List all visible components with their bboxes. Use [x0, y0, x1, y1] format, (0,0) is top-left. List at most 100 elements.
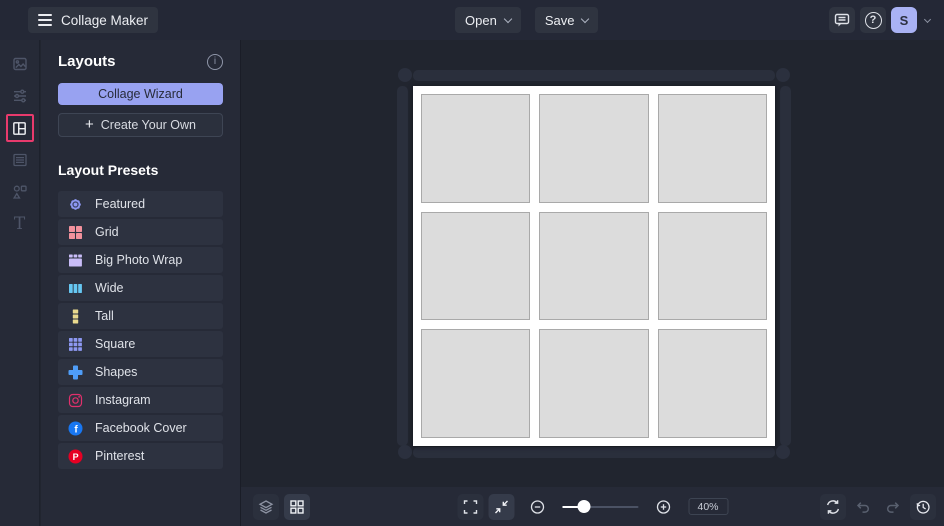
save-label: Save: [545, 13, 575, 28]
preset-label: Square: [95, 337, 135, 351]
preset-label: Instagram: [95, 393, 151, 407]
collage-cell[interactable]: [421, 212, 530, 321]
preset-label: Tall: [95, 309, 114, 323]
collage-cell[interactable]: [421, 329, 530, 438]
canvas-left-handle[interactable]: [397, 86, 408, 446]
grid-view-icon: [288, 498, 306, 516]
avatar[interactable]: S: [891, 7, 917, 33]
canvas-right-handle[interactable]: [780, 86, 791, 446]
canvas-corner-handle-tl[interactable]: [398, 68, 412, 82]
chevron-down-icon: [581, 14, 589, 22]
file-menu: Open Save: [455, 7, 598, 33]
feedback-button[interactable]: [829, 7, 855, 33]
image-manager-icon: [11, 55, 29, 73]
facebook-icon: f: [68, 421, 83, 436]
collage-cell[interactable]: [539, 212, 648, 321]
canvas-corner-handle-tr[interactable]: [776, 68, 790, 82]
canvas-top-handle[interactable]: [413, 70, 775, 81]
preset-list: Featured Grid: [58, 191, 223, 469]
canvas-bottom-handle[interactable]: [413, 447, 775, 458]
app-title: Collage Maker: [61, 13, 148, 28]
undo-icon: [854, 498, 872, 516]
redo-icon: [884, 498, 902, 516]
collage-cell[interactable]: [658, 94, 767, 203]
layers-button[interactable]: [253, 494, 279, 520]
preset-label: Grid: [95, 225, 119, 239]
zoom-slider-thumb[interactable]: [577, 500, 590, 513]
featured-icon: [68, 197, 83, 212]
comment-icon: [833, 11, 851, 29]
zoom-in-button[interactable]: [650, 494, 676, 520]
preset-big-photo-wrap[interactable]: Big Photo Wrap: [58, 247, 223, 273]
preset-grid[interactable]: Grid: [58, 219, 223, 245]
fullscreen-button[interactable]: [457, 494, 483, 520]
grid-view-button[interactable]: [284, 494, 310, 520]
preset-tall[interactable]: Tall: [58, 303, 223, 329]
fit-screen-button[interactable]: [488, 494, 514, 520]
history-button[interactable]: [910, 494, 936, 520]
preset-label: Shapes: [95, 365, 137, 379]
toolbar-center: 40%: [457, 494, 728, 520]
preset-shapes[interactable]: Shapes: [58, 359, 223, 385]
zoom-percent-field[interactable]: 40%: [688, 498, 728, 515]
redo-button[interactable]: [880, 494, 906, 520]
layouts-panel: Layouts i Collage Wizard + Create Your O…: [41, 40, 241, 526]
preset-label: Facebook Cover: [95, 421, 187, 435]
sidebar-item-graphics[interactable]: [4, 176, 36, 208]
create-your-own-button[interactable]: + Create Your Own: [58, 113, 223, 137]
layouts-icon: [11, 120, 28, 137]
svg-text:P: P: [73, 452, 79, 462]
patterns-icon: [11, 151, 29, 169]
collage-wizard-button[interactable]: Collage Wizard: [58, 83, 223, 105]
canvas-corner-handle-br[interactable]: [776, 445, 790, 459]
refresh-button[interactable]: [820, 494, 846, 520]
preset-label: Featured: [95, 197, 145, 211]
sidebar-item-image-manager[interactable]: [4, 48, 36, 80]
page-title: Layouts: [58, 53, 116, 70]
undo-button[interactable]: [850, 494, 876, 520]
preset-instagram[interactable]: Instagram: [58, 387, 223, 413]
help-icon: ?: [865, 12, 882, 29]
create-your-own-label: Create Your Own: [101, 118, 196, 132]
sidebar-item-patterns[interactable]: [4, 144, 36, 176]
tool-rail: T: [0, 40, 40, 526]
plus-icon: +: [85, 117, 94, 132]
help-button[interactable]: ?: [860, 7, 886, 33]
save-button[interactable]: Save: [535, 7, 599, 33]
layers-icon: [257, 498, 275, 516]
info-icon[interactable]: i: [207, 54, 223, 70]
preset-wide[interactable]: Wide: [58, 275, 223, 301]
toolbar-left: [253, 494, 310, 520]
preset-pinterest[interactable]: P Pinterest: [58, 443, 223, 469]
history-icon: [914, 498, 932, 516]
open-button[interactable]: Open: [455, 7, 521, 33]
collage-cell[interactable]: [658, 212, 767, 321]
sidebar-item-edit[interactable]: [4, 80, 36, 112]
menu-icon: [38, 14, 52, 26]
collage-cell[interactable]: [421, 94, 530, 203]
open-label: Open: [465, 13, 497, 28]
preset-square[interactable]: Square: [58, 331, 223, 357]
preset-label: Big Photo Wrap: [95, 253, 182, 267]
collage-cell[interactable]: [539, 94, 648, 203]
sidebar-item-layouts[interactable]: [6, 114, 34, 142]
top-bar: Collage Maker Open Save ?: [0, 0, 944, 40]
zoom-in-icon: [654, 498, 672, 516]
app-menu-button[interactable]: Collage Maker: [28, 7, 158, 33]
shapes-icon: [68, 365, 83, 380]
canvas-corner-handle-bl[interactable]: [398, 445, 412, 459]
edit-icon: [11, 87, 29, 105]
preset-facebook-cover[interactable]: f Facebook Cover: [58, 415, 223, 441]
chevron-down-icon[interactable]: [924, 15, 931, 22]
text-icon: T: [14, 214, 25, 234]
pinterest-icon: P: [68, 449, 83, 464]
zoom-slider[interactable]: [562, 506, 638, 508]
collage-canvas: [413, 86, 775, 446]
sidebar-item-text[interactable]: T: [4, 208, 36, 240]
preset-featured[interactable]: Featured: [58, 191, 223, 217]
collage-maker-app: Collage Maker Open Save ?: [0, 0, 944, 526]
big-photo-wrap-icon: [68, 253, 83, 268]
zoom-out-button[interactable]: [524, 494, 550, 520]
collage-cell[interactable]: [658, 329, 767, 438]
collage-cell[interactable]: [539, 329, 648, 438]
